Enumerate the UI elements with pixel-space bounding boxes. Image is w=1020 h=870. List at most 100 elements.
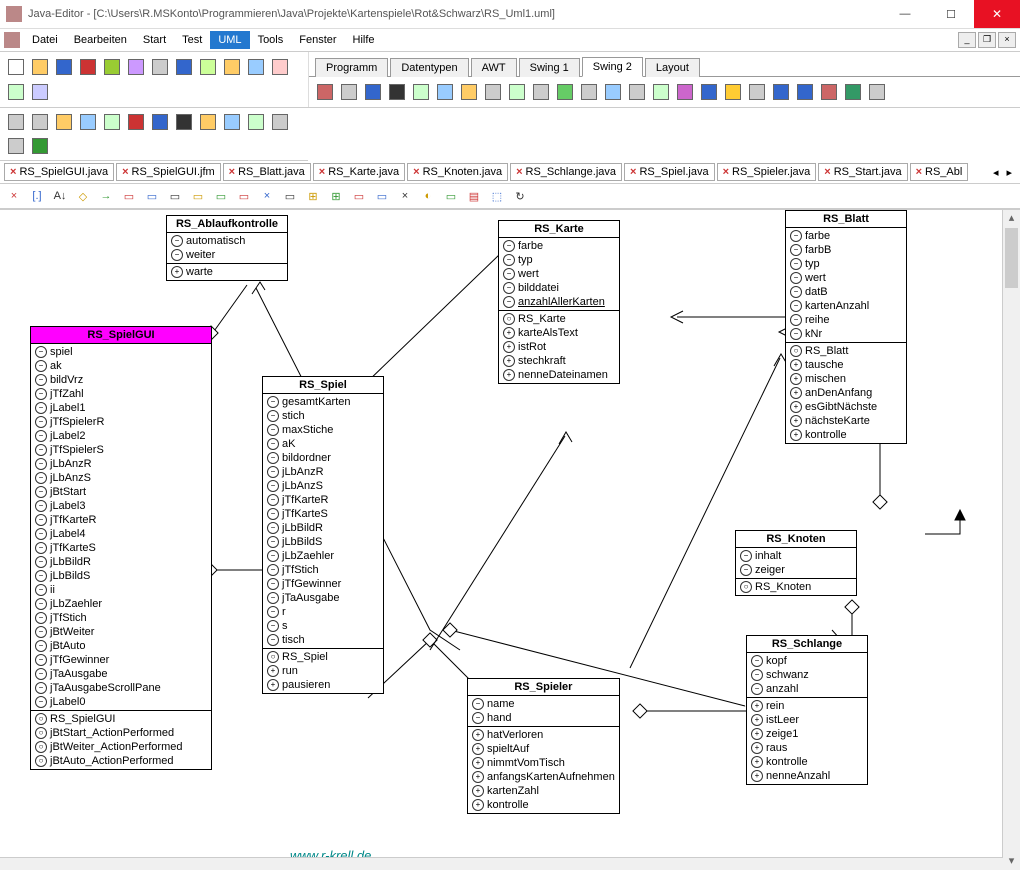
attribute-row[interactable]: typ xyxy=(503,253,615,267)
attribute-row[interactable]: jTaAusgabe xyxy=(267,591,379,605)
toolbar-button[interactable] xyxy=(818,81,840,103)
file-tab[interactable]: ×RS_Schlange.java xyxy=(510,163,622,181)
operation-row[interactable]: mischen xyxy=(790,372,902,386)
file-tab[interactable]: ×RS_Spiel.java xyxy=(624,163,715,181)
file-tab[interactable]: ×RS_Blatt.java xyxy=(223,163,311,181)
toolbar-button[interactable] xyxy=(101,111,123,133)
attribute-row[interactable]: kartenAnzahl xyxy=(790,299,902,313)
operation-row[interactable]: zeige1 xyxy=(751,727,863,741)
attribute-row[interactable]: zeiger xyxy=(740,563,852,577)
attribute-row[interactable]: maxStiche xyxy=(267,423,379,437)
operation-row[interactable]: anfangsKartenAufnehmen xyxy=(472,770,615,784)
attribute-row[interactable]: reihe xyxy=(790,313,902,327)
attribute-row[interactable]: jLbAnzS xyxy=(35,471,207,485)
uml-tool-button[interactable]: ▤ xyxy=(464,186,484,206)
attribute-row[interactable]: jLabel2 xyxy=(35,429,207,443)
toolbar-button[interactable] xyxy=(338,81,360,103)
toolbar-button[interactable] xyxy=(5,135,27,157)
operation-row[interactable]: tausche xyxy=(790,358,902,372)
horizontal-scrollbar[interactable] xyxy=(0,857,1003,870)
class-header[interactable]: RS_Blatt xyxy=(786,211,906,228)
operation-row[interactable]: anDenAnfang xyxy=(790,386,902,400)
close-tab-icon[interactable]: × xyxy=(229,166,235,178)
tab-next[interactable]: ▸ xyxy=(1002,166,1016,179)
operation-row[interactable]: RS_Spiel xyxy=(267,650,379,664)
operation-row[interactable]: run xyxy=(267,664,379,678)
uml-tool-button[interactable]: ⬚ xyxy=(487,186,507,206)
toolbar-button[interactable] xyxy=(410,81,432,103)
toolbar-button[interactable] xyxy=(53,56,75,78)
attribute-row[interactable]: bildVrz xyxy=(35,373,207,387)
vertical-scrollbar[interactable]: ▴ ▾ xyxy=(1002,210,1020,870)
toolbar-button[interactable] xyxy=(77,111,99,133)
toolbar-button[interactable] xyxy=(506,81,528,103)
class-header[interactable]: RS_Spiel xyxy=(263,377,383,394)
toolbar-button[interactable] xyxy=(221,111,243,133)
attribute-row[interactable]: jTfKarteS xyxy=(267,507,379,521)
toolbar-button[interactable] xyxy=(197,111,219,133)
toolbar-button[interactable] xyxy=(221,56,243,78)
toolbar-button[interactable] xyxy=(722,81,744,103)
attribute-row[interactable]: jTfSpielerS xyxy=(35,443,207,457)
attribute-row[interactable]: jLbBildS xyxy=(35,569,207,583)
class-header[interactable]: RS_Karte xyxy=(499,221,619,238)
attribute-row[interactable]: jLbBildS xyxy=(267,535,379,549)
attribute-row[interactable]: jLbBildR xyxy=(35,555,207,569)
attribute-row[interactable]: automatisch xyxy=(171,234,283,248)
attribute-row[interactable]: spiel xyxy=(35,345,207,359)
attribute-row[interactable]: schwanz xyxy=(751,668,863,682)
operation-row[interactable]: nenneDateinamen xyxy=(503,368,615,382)
scroll-thumb[interactable] xyxy=(1005,228,1018,288)
toolbar-button[interactable] xyxy=(5,111,27,133)
toolbar-button[interactable] xyxy=(362,81,384,103)
operation-row[interactable]: jBtStart_ActionPerformed xyxy=(35,726,207,740)
attribute-row[interactable]: farbe xyxy=(790,229,902,243)
toolbar-button[interactable] xyxy=(29,56,51,78)
operation-row[interactable]: hatVerloren xyxy=(472,728,615,742)
toolbar-button[interactable] xyxy=(269,56,291,78)
operation-row[interactable]: kontrolle xyxy=(472,798,615,812)
operation-row[interactable]: RS_Blatt xyxy=(790,344,902,358)
attribute-row[interactable]: jTfKarteR xyxy=(35,513,207,527)
attribute-row[interactable]: jLabel0 xyxy=(35,695,207,709)
class-header[interactable]: RS_SpielGUI xyxy=(31,327,211,344)
file-tab[interactable]: ×RS_Spieler.java xyxy=(717,163,817,181)
toolbar-button[interactable] xyxy=(626,81,648,103)
scroll-down-icon[interactable]: ▾ xyxy=(1003,853,1020,870)
attribute-row[interactable]: jTaAusgabeScrollPane xyxy=(35,681,207,695)
toolbar-button[interactable] xyxy=(245,111,267,133)
toolbar-button[interactable] xyxy=(602,81,624,103)
uml-tool-button[interactable]: ⊞ xyxy=(326,186,346,206)
attribute-row[interactable]: bildordner xyxy=(267,451,379,465)
toolbar-button[interactable] xyxy=(29,135,51,157)
toolbar-button[interactable] xyxy=(101,56,123,78)
toolbar-button[interactable] xyxy=(578,81,600,103)
toolbar-button[interactable] xyxy=(746,81,768,103)
uml-tool-button[interactable]: ▭ xyxy=(119,186,139,206)
toolbar-button[interactable] xyxy=(269,111,291,133)
file-tab[interactable]: ×RS_SpielGUI.jfm xyxy=(116,163,221,181)
attribute-row[interactable]: stich xyxy=(267,409,379,423)
uml-tool-button[interactable]: × xyxy=(257,186,277,206)
operation-row[interactable]: jBtAuto_ActionPerformed xyxy=(35,754,207,768)
uml-tool-button[interactable]: ▭ xyxy=(142,186,162,206)
close-tab-icon[interactable]: × xyxy=(413,166,419,178)
uml-tool-button[interactable]: → xyxy=(96,186,116,206)
close-tab-icon[interactable]: × xyxy=(723,166,729,178)
class-knoten[interactable]: RS_KnoteninhaltzeigerRS_Knoten xyxy=(735,530,857,596)
close-tab-icon[interactable]: × xyxy=(916,166,922,178)
mdi-minimize[interactable]: _ xyxy=(958,32,976,48)
mdi-restore[interactable]: ❐ xyxy=(978,32,996,48)
menu-hilfe[interactable]: Hilfe xyxy=(345,31,383,49)
class-schlange[interactable]: RS_SchlangekopfschwanzanzahlreinistLeerz… xyxy=(746,635,868,785)
operation-row[interactable]: karteAlsText xyxy=(503,326,615,340)
attribute-row[interactable]: kopf xyxy=(751,654,863,668)
toolbar-button[interactable] xyxy=(149,111,171,133)
attribute-row[interactable]: jTfGewinner xyxy=(267,577,379,591)
uml-canvas[interactable]: RS_Ablaufkontrolleautomatischweiterwarte… xyxy=(0,210,1003,858)
attribute-row[interactable]: aK xyxy=(267,437,379,451)
uml-tool-button[interactable]: ◇ xyxy=(73,186,93,206)
toolbar-button[interactable] xyxy=(173,111,195,133)
toolbar-button[interactable] xyxy=(842,81,864,103)
close-tab-icon[interactable]: × xyxy=(516,166,522,178)
